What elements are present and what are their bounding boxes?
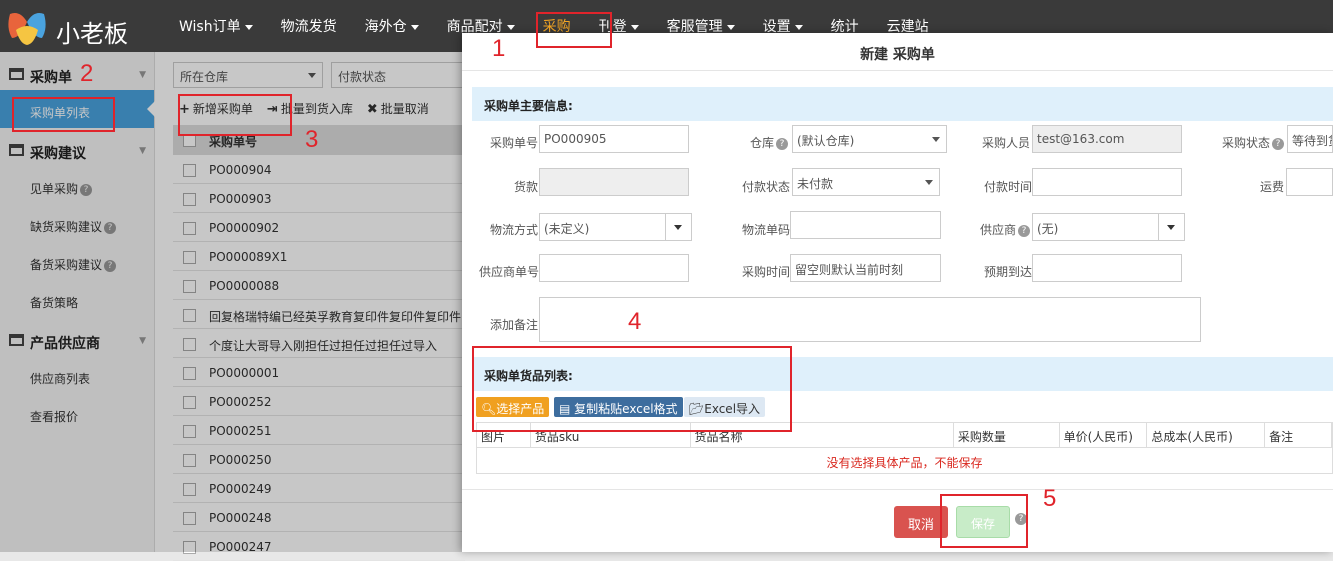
freight-input[interactable] [1286, 168, 1333, 196]
annotation-number: 3 [305, 126, 319, 153]
nav-item-label: 物流发货 [280, 19, 337, 35]
nav-item-label: 海外仓 [364, 19, 407, 35]
pay-status-select[interactable]: 未付款 [792, 168, 940, 196]
help-icon[interactable]: ? [1272, 138, 1284, 150]
warehouse-label: 仓库? [732, 134, 788, 151]
items-column-header: 总成本(人民币) [1147, 423, 1266, 447]
purchase-time-input[interactable]: 留空则默认当前时刻 [790, 254, 941, 282]
supplier-label: 供应商? [970, 221, 1030, 238]
po-status-label-text: 采购状态 [1221, 136, 1270, 150]
chevron-down-icon [410, 24, 419, 30]
note-label: 添加备注 [489, 318, 538, 332]
warehouse-select-value: (默认仓库) [797, 134, 855, 148]
main-info-section: 采购单主要信息: [472, 87, 1333, 121]
shipping-method-label: 物流方式 [489, 223, 538, 237]
items-column-header: 货品sku [531, 423, 691, 447]
items-column-header: 图片 [477, 423, 531, 447]
annotation-number: 1 [492, 35, 506, 62]
pay-time-input[interactable] [1032, 168, 1182, 196]
po-number-input[interactable]: PO000905 [539, 125, 689, 153]
help-icon[interactable]: ? [776, 138, 788, 150]
help-icon[interactable]: ? [1015, 513, 1027, 525]
table-icon: ▤ [559, 402, 575, 416]
warehouse-label-text: 仓库 [749, 136, 774, 150]
search-icon: 🔍︎ [481, 402, 497, 416]
supplier-select[interactable]: (无) [1032, 213, 1185, 241]
chevron-down-icon [665, 214, 691, 240]
help-icon[interactable]: ? [1018, 225, 1030, 237]
nav-item[interactable]: 海外仓 [351, 0, 433, 52]
logo-icon [8, 13, 46, 45]
supplier-no-label: 供应商单号 [478, 265, 539, 279]
annotation-number: 5 [1043, 485, 1057, 512]
tracking-input[interactable] [790, 211, 941, 239]
chevron-down-icon [506, 24, 515, 30]
modal-title: 新建 采购单 [462, 33, 1333, 71]
items-column-header: 备注 [1265, 423, 1332, 447]
items-column-header: 货品名称 [691, 423, 954, 447]
tracking-label: 物流单码 [741, 223, 790, 237]
nav-item[interactable]: 物流发货 [267, 0, 351, 52]
empty-message: 没有选择具体产品，不能保存 [826, 456, 983, 470]
chevron-down-icon [1158, 214, 1184, 240]
pay-time-label: 付款时间 [983, 180, 1032, 194]
folder-icon: 📂︎ [689, 402, 705, 416]
shipping-method-value: (未定义) [544, 222, 590, 236]
eta-input[interactable] [1032, 254, 1182, 282]
items-column-header: 单价(人民币) [1060, 423, 1148, 447]
items-column-header: 采购数量 [954, 423, 1060, 447]
chevron-down-icon [630, 24, 639, 30]
purchase-time-label: 采购时间 [741, 265, 790, 279]
supplier-no-input[interactable] [539, 254, 689, 282]
po-number-label: 采购单号 [489, 136, 538, 150]
annotation-number: 2 [80, 60, 94, 87]
buyer-input: test@163.com [1032, 125, 1182, 153]
supplier-value: (无) [1037, 222, 1059, 236]
new-po-modal: 新建 采购单 采购单主要信息: 采购单号 PO000905 仓库? (默认仓库)… [462, 33, 1333, 552]
po-status-select[interactable]: 等待到货 [1287, 125, 1333, 153]
logo[interactable]: 小老板 [6, 8, 146, 48]
excel-import-button[interactable]: 📂︎Excel导入 [684, 397, 766, 417]
supplier-label-text: 供应商 [979, 223, 1016, 237]
po-status-label: 采购状态? [1212, 134, 1284, 151]
nav-item-label: Wish订单 [179, 19, 241, 35]
warehouse-select[interactable]: (默认仓库) [792, 125, 947, 153]
chevron-down-icon [244, 24, 253, 30]
pay-status-label: 付款状态 [741, 180, 790, 194]
amount-label: 货款 [513, 180, 538, 194]
select-product-button[interactable]: 🔍︎选择产品 [476, 397, 550, 417]
chevron-down-icon [794, 24, 803, 30]
amount-input [539, 168, 689, 196]
nav-item[interactable]: Wish订单 [165, 0, 267, 52]
select-product-label: 选择产品 [496, 402, 545, 416]
paste-excel-button[interactable]: ▤ 复制粘贴excel格式 [554, 397, 683, 417]
excel-import-label: Excel导入 [704, 402, 761, 416]
buyer-label: 采购人员 [981, 136, 1030, 150]
items-section: 采购单货品列表: [472, 357, 1333, 391]
eta-label: 预期到达 [983, 265, 1032, 279]
paste-excel-label: 复制粘贴excel格式 [574, 402, 678, 416]
chevron-down-icon [932, 137, 940, 142]
logo-text: 小老板 [56, 20, 128, 48]
items-table-header: 图片 货品sku 货品名称 采购数量 单价(人民币) 总成本(人民币) 备注 [477, 423, 1332, 448]
cancel-button[interactable]: 取消 [894, 506, 948, 538]
shipping-method-select[interactable]: (未定义) [539, 213, 692, 241]
pay-status-value: 未付款 [797, 177, 834, 191]
chevron-down-icon [726, 24, 735, 30]
freight-label: 运费 [1259, 180, 1284, 194]
items-table: 图片 货品sku 货品名称 采购数量 单价(人民币) 总成本(人民币) 备注 没有选择具体产… [476, 422, 1333, 474]
footer-divider [462, 489, 1333, 490]
modal-backdrop[interactable] [0, 52, 462, 552]
chevron-down-icon [925, 180, 933, 185]
save-button[interactable]: 保存 [956, 506, 1010, 538]
annotation-number: 4 [628, 308, 642, 335]
